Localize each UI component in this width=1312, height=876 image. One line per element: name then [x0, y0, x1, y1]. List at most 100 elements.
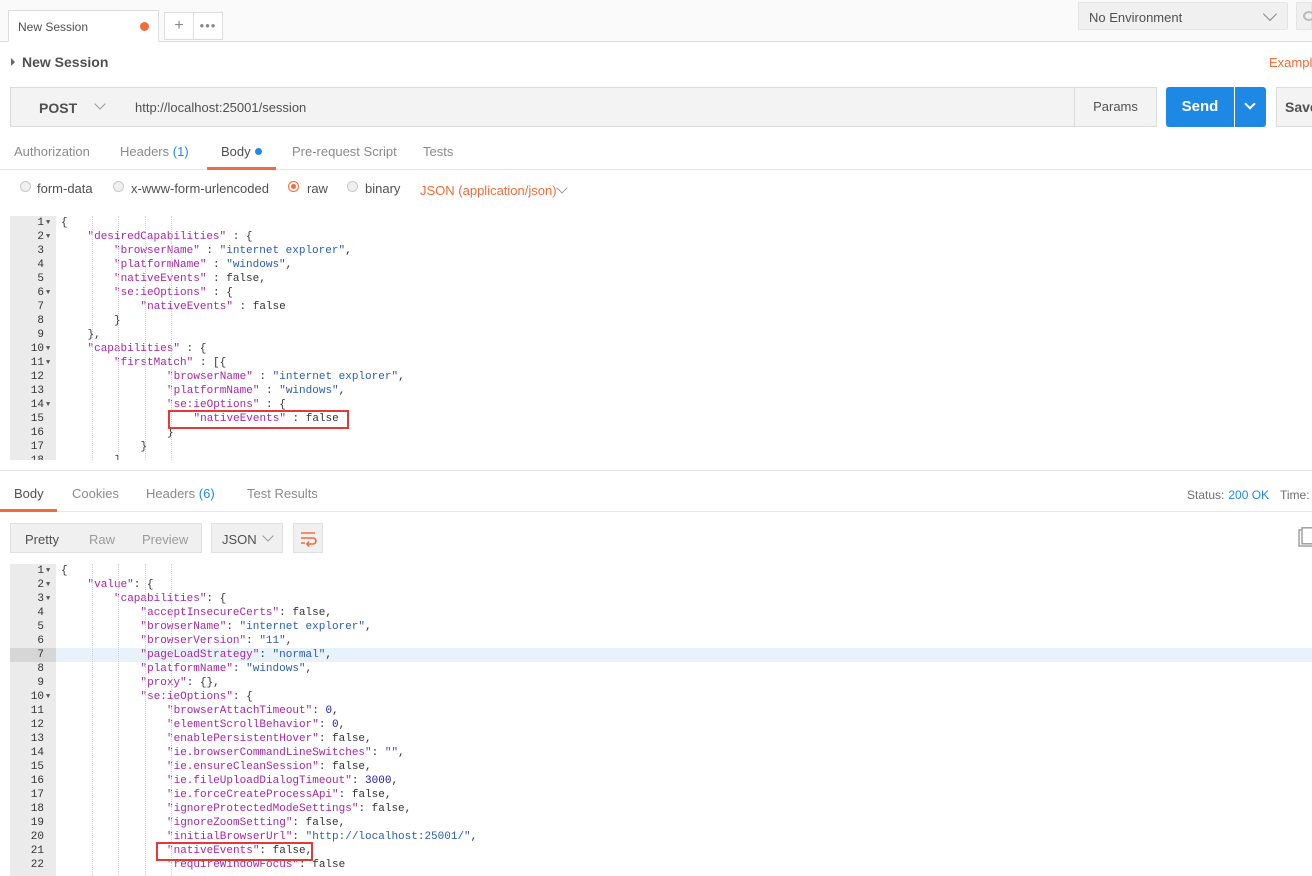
fold-toggle-icon[interactable]: ▼	[46, 398, 50, 412]
binary-label[interactable]: binary	[365, 181, 400, 196]
code-text: "nativeEvents" : false	[140, 301, 286, 313]
line-number: 4	[37, 607, 44, 619]
form-data-label[interactable]: form-data	[37, 181, 93, 196]
response-format-select[interactable]: JSON	[211, 523, 283, 553]
code-line[interactable]: 6 ▼ "se:ieOptions" : {	[10, 286, 1312, 300]
code-line[interactable]: 3 "browserName" : "internet explorer",	[10, 244, 1312, 258]
code-line[interactable]: 17 "ie.forceCreateProcessApi": false,	[10, 788, 1312, 802]
raw-button[interactable]: Raw	[89, 532, 115, 547]
binary-radio[interactable]	[347, 181, 358, 192]
code-line[interactable]: 2 ▼ "value": {	[10, 578, 1312, 592]
code-line[interactable]: 2 ▼ "desiredCapabilities" : {	[10, 230, 1312, 244]
fold-toggle-icon[interactable]: ▼	[46, 356, 50, 370]
fold-toggle-icon[interactable]: ▼	[46, 564, 50, 578]
add-tab-button[interactable]: +	[164, 12, 194, 40]
code-line[interactable]: 10 ▼ "capabilities" : {	[10, 342, 1312, 356]
code-line[interactable]: 19 "ignoreZoomSetting": false,	[10, 816, 1312, 830]
code-text: },	[87, 329, 101, 341]
code-text: "pageLoadStrategy": "normal",	[140, 649, 332, 661]
caret-right-icon[interactable]	[11, 58, 15, 66]
code-line[interactable]: 5 "browserName": "internet explorer",	[10, 620, 1312, 634]
fold-toggle-icon[interactable]: ▼	[46, 216, 50, 230]
tab-response-headers[interactable]: Headers (6)	[146, 486, 215, 501]
tab-headers[interactable]: Headers (1)	[120, 144, 189, 159]
params-button[interactable]: Params	[1074, 87, 1157, 127]
code-line[interactable]: 4 "platformName" : "windows",	[10, 258, 1312, 272]
line-number: 9	[37, 329, 44, 341]
code-line[interactable]: 9 "proxy": {},	[10, 676, 1312, 690]
code-line[interactable]: 8 "platformName": "windows",	[10, 662, 1312, 676]
preview-button[interactable]: Preview	[142, 532, 188, 547]
more-tabs-button[interactable]: •••	[194, 12, 223, 40]
code-text: "ignoreZoomSetting": false,	[167, 817, 346, 829]
tab-authorization[interactable]: Authorization	[14, 144, 90, 159]
request-tab[interactable]: New Session	[8, 10, 159, 42]
fold-toggle-icon[interactable]: ▼	[46, 592, 50, 606]
fold-toggle-icon[interactable]: ▼	[46, 690, 50, 704]
fold-toggle-icon[interactable]: ▼	[46, 342, 50, 356]
code-line[interactable]: 6 "browserVersion": "11",	[10, 634, 1312, 648]
code-line[interactable]: 17}	[10, 440, 1312, 454]
copy-response-button[interactable]	[1298, 527, 1312, 547]
fold-toggle-icon[interactable]: ▼	[46, 230, 50, 244]
tab-body[interactable]: Body	[221, 144, 262, 159]
form-data-radio[interactable]	[20, 181, 31, 192]
code-text: "browserName": "internet explorer",	[140, 621, 372, 633]
code-line[interactable]: 15 "ie.ensureCleanSession": false,	[10, 760, 1312, 774]
code-line[interactable]: 7 "nativeEvents" : false	[10, 300, 1312, 314]
tab-test-results[interactable]: Test Results	[247, 486, 318, 501]
wrap-lines-button[interactable]	[293, 523, 323, 553]
code-line[interactable]: 13 "platformName" : "windows",	[10, 384, 1312, 398]
indent-guide	[91, 216, 93, 460]
code-line[interactable]: 18 "ignoreProtectedModeSettings": false,	[10, 802, 1312, 816]
environment-select[interactable]: No Environment	[1078, 2, 1288, 30]
code-line[interactable]: 7 "pageLoadStrategy": "normal",	[10, 648, 1312, 662]
environment-quick-look-button[interactable]	[1296, 2, 1312, 30]
line-number: 8	[37, 315, 44, 327]
raw-label[interactable]: raw	[307, 181, 328, 196]
examples-link[interactable]: Examples	[1269, 55, 1312, 70]
code-line[interactable]: 13 "enablePersistentHover": false,	[10, 732, 1312, 746]
code-line[interactable]: 5 "nativeEvents" : false,	[10, 272, 1312, 286]
response-body-viewer[interactable]: 1 ▼{2 ▼ "value": {3 ▼ "capabilities": {4 "acce…	[10, 564, 1312, 876]
code-line[interactable]: 9},	[10, 328, 1312, 342]
save-button[interactable]: Save	[1276, 87, 1312, 127]
tab-cookies[interactable]: Cookies	[72, 486, 119, 501]
code-line[interactable]: 18]	[10, 454, 1312, 460]
code-line[interactable]: 8}	[10, 314, 1312, 328]
line-number: 5	[37, 621, 44, 633]
content-type-select[interactable]: JSON (application/json)	[420, 183, 557, 198]
line-number: 5	[37, 273, 44, 285]
raw-radio[interactable]	[288, 181, 299, 192]
tab-tests[interactable]: Tests	[423, 144, 453, 159]
tab-prerequest-script[interactable]: Pre-request Script	[292, 144, 397, 159]
line-number: 2	[37, 231, 44, 243]
fold-toggle-icon[interactable]: ▼	[46, 286, 50, 300]
code-line[interactable]: 10 ▼ "se:ieOptions": {	[10, 690, 1312, 704]
code-line[interactable]: 4 "acceptInsecureCerts": false,	[10, 606, 1312, 620]
method-select[interactable]: POST	[10, 87, 126, 127]
urlencoded-label[interactable]: x-www-form-urlencoded	[131, 181, 269, 196]
code-line[interactable]: 11 "browserAttachTimeout": 0,	[10, 704, 1312, 718]
send-options-button[interactable]	[1235, 87, 1266, 127]
code-line[interactable]: 1 ▼ {	[10, 564, 1312, 578]
url-input[interactable]	[125, 87, 1075, 127]
code-line[interactable]: 12 "elementScrollBehavior": 0,	[10, 718, 1312, 732]
pretty-button[interactable]: Pretty	[25, 532, 59, 547]
code-line[interactable]: 1 ▼ {	[10, 216, 1312, 230]
code-line[interactable]: 3 ▼ "capabilities": {	[10, 592, 1312, 606]
panel-divider[interactable]	[0, 470, 1312, 471]
fold-toggle-icon[interactable]: ▼	[46, 578, 50, 592]
code-line[interactable]: 16 "ie.fileUploadDialogTimeout": 3000,	[10, 774, 1312, 788]
urlencoded-radio[interactable]	[113, 181, 124, 192]
send-button[interactable]: Send	[1166, 87, 1234, 127]
tab-response-body[interactable]: Body	[14, 486, 44, 501]
code-line[interactable]: 11 ▼ "firstMatch" : [{	[10, 356, 1312, 370]
chevron-down-icon	[262, 530, 274, 542]
line-number: 19	[30, 817, 44, 829]
chevron-down-icon[interactable]	[556, 182, 568, 194]
code-line[interactable]: 12 "browserName" : "internet explorer",	[10, 370, 1312, 384]
code-line[interactable]: 14 "ie.browserCommandLineSwitches": "",	[10, 746, 1312, 760]
line-number: 15	[30, 761, 44, 773]
request-name[interactable]: New Session	[22, 54, 108, 70]
